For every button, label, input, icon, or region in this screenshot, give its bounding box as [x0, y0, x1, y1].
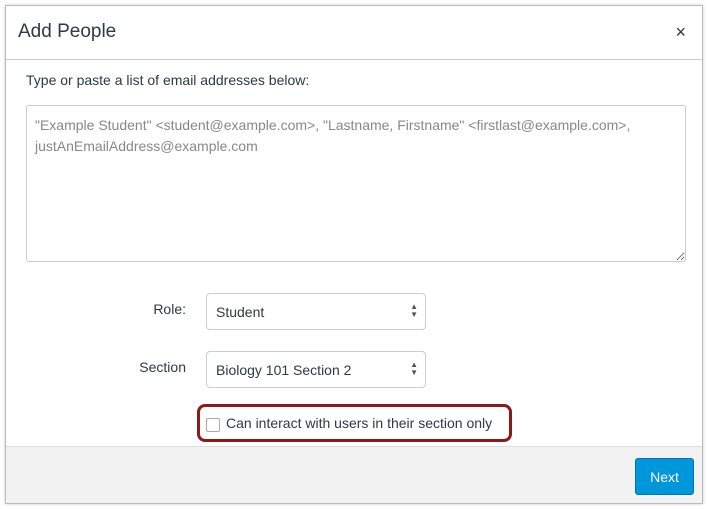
section-limit-label[interactable]: Can interact with users in their section… — [226, 415, 492, 431]
section-select[interactable]: Biology 101 Section 2 ▲ ▼ — [206, 351, 426, 388]
section-limit-checkbox[interactable] — [206, 418, 220, 432]
select-arrows-icon: ▲ ▼ — [410, 360, 418, 377]
email-addresses-input[interactable] — [26, 105, 686, 262]
dialog-title: Add People — [18, 21, 117, 42]
next-button[interactable]: Next — [635, 458, 694, 495]
instructions-text: Type or paste a list of email addresses … — [26, 72, 310, 88]
dialog-header: Add People × — [6, 6, 702, 60]
section-value: Biology 101 Section 2 — [216, 362, 352, 378]
role-select[interactable]: Student ▲ ▼ — [206, 293, 426, 330]
close-icon[interactable]: × — [675, 22, 686, 43]
role-label: Role: — [153, 301, 186, 317]
select-arrows-icon: ▲ ▼ — [410, 302, 418, 319]
dialog-footer: Next — [6, 446, 702, 503]
add-people-dialog: Add People × Type or paste a list of ema… — [5, 5, 703, 504]
section-label: Section — [139, 359, 186, 375]
role-value: Student — [216, 304, 265, 320]
